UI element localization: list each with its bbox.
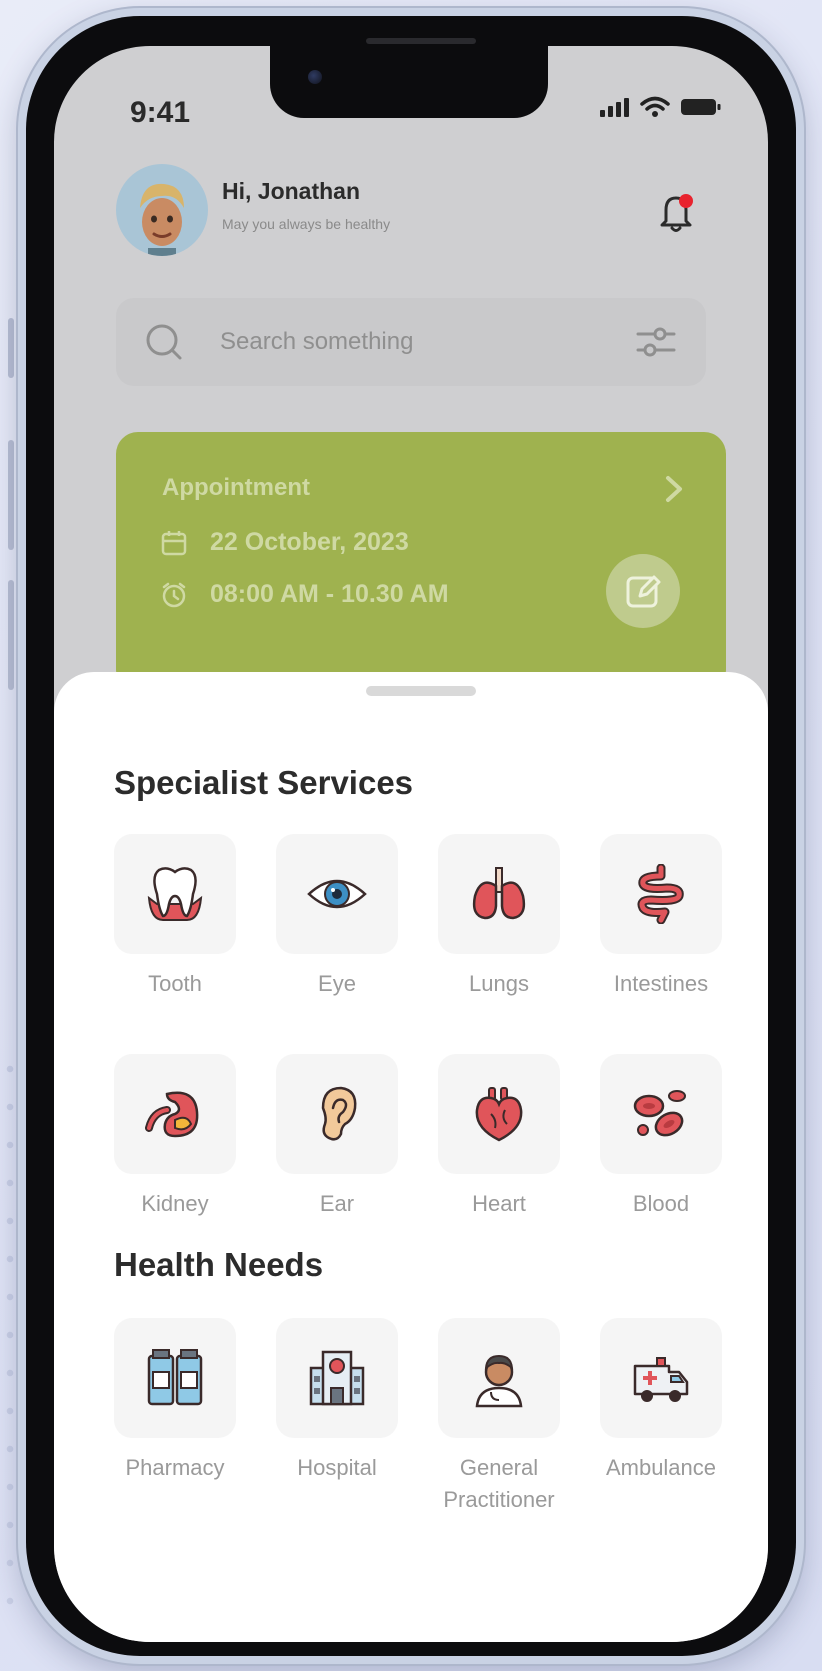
appointment-card[interactable]: Appointment 22 October, 2023 08:00 AM - … [116, 432, 726, 692]
search-input[interactable]: Search something [220, 328, 413, 356]
need-ambulance[interactable] [600, 1318, 722, 1438]
greeting-subtitle: May you always be healthy [222, 216, 391, 232]
speaker [366, 38, 476, 44]
service-eye-label: Eye [318, 971, 356, 996]
ear-icon [321, 1086, 357, 1141]
volume-up-button [8, 440, 14, 550]
tooth-icon [147, 867, 203, 921]
need-hospital[interactable] [276, 1318, 398, 1438]
need-ambulance-label: Ambulance [605, 1455, 717, 1480]
kidney-icon [145, 1091, 199, 1138]
status-icons [600, 96, 722, 118]
heart-icon [475, 1087, 523, 1142]
filter-icon[interactable] [634, 322, 678, 362]
bottom-sheet: Specialist Services Tooth Eye Lungs Inte… [54, 672, 768, 1642]
service-intestines-label: Intestines [613, 971, 709, 996]
ambulance-icon [633, 1357, 689, 1402]
service-tooth-label: Tooth [148, 971, 202, 996]
lungs-icon [472, 867, 526, 920]
bell-icon [660, 194, 693, 232]
battery-icon [681, 99, 721, 115]
background-dots [0, 1050, 20, 1610]
app-screen: 9:41 Hi, Jonathan May you always be heal… [54, 46, 768, 1642]
appointment-date-row: 22 October, 2023 [160, 528, 409, 557]
service-heart[interactable] [438, 1054, 560, 1174]
appointment-time: 08:00 AM - 10.30 AM [210, 580, 449, 608]
phone-bezel: 9:41 Hi, Jonathan May you always be heal… [26, 16, 796, 1656]
need-hospital-label: Hospital [297, 1455, 377, 1480]
health-needs-title: Health Needs [114, 1246, 324, 1283]
service-heart-label: Heart [472, 1191, 526, 1216]
signal-icon [600, 98, 629, 117]
wifi-icon [640, 96, 670, 117]
eye-icon [307, 879, 367, 909]
service-kidney[interactable] [114, 1054, 236, 1174]
chevron-right-icon[interactable] [662, 474, 686, 504]
service-kidney-label: Kidney [141, 1191, 209, 1216]
service-lungs-label: Lungs [469, 971, 529, 996]
service-ear[interactable] [276, 1054, 398, 1174]
volume-down-button [8, 580, 14, 690]
status-time: 9:41 [130, 96, 191, 129]
header: Hi, Jonathan May you always be healthy [116, 164, 706, 256]
search-bar[interactable]: Search something [116, 298, 706, 386]
avatar-face-icon [140, 183, 184, 256]
service-eye[interactable] [276, 834, 398, 954]
sheet-drag-handle[interactable] [366, 686, 476, 696]
calendar-icon [161, 530, 187, 555]
service-ear-label: Ear [319, 1191, 355, 1216]
notification-dot [679, 194, 693, 208]
doctor-icon [475, 1354, 523, 1408]
mute-switch [8, 318, 14, 378]
service-lungs[interactable] [438, 834, 560, 954]
notch [270, 46, 548, 118]
pharmacy-icon [147, 1349, 203, 1406]
need-general-practitioner-label: General Practitioner [443, 1455, 555, 1512]
service-intestines[interactable] [600, 834, 722, 954]
phone-frame: 9:41 Hi, Jonathan May you always be heal… [18, 8, 804, 1664]
avatar[interactable] [116, 164, 208, 256]
intestines-icon [637, 864, 684, 924]
service-blood-label: Blood [632, 1191, 690, 1216]
hospital-icon [309, 1350, 365, 1406]
appointment-date: 22 October, 2023 [210, 528, 409, 556]
service-tooth[interactable] [114, 834, 236, 954]
notification-button[interactable] [656, 190, 696, 234]
service-blood[interactable] [600, 1054, 722, 1174]
need-general-practitioner[interactable] [438, 1318, 560, 1438]
appointment-title: Appointment [162, 474, 310, 501]
front-camera [308, 70, 322, 84]
alarm-clock-icon [162, 582, 186, 607]
edit-appointment-button[interactable] [606, 554, 680, 628]
need-pharmacy[interactable] [114, 1318, 236, 1438]
need-pharmacy-label: Pharmacy [125, 1455, 225, 1480]
edit-icon [626, 575, 661, 608]
appointment-time-row: 08:00 AM - 10.30 AM [160, 580, 449, 609]
blood-icon [633, 1090, 686, 1137]
search-icon [146, 324, 182, 360]
specialist-services-title: Specialist Services [114, 764, 414, 801]
greeting-text: Hi, Jonathan [222, 178, 361, 204]
